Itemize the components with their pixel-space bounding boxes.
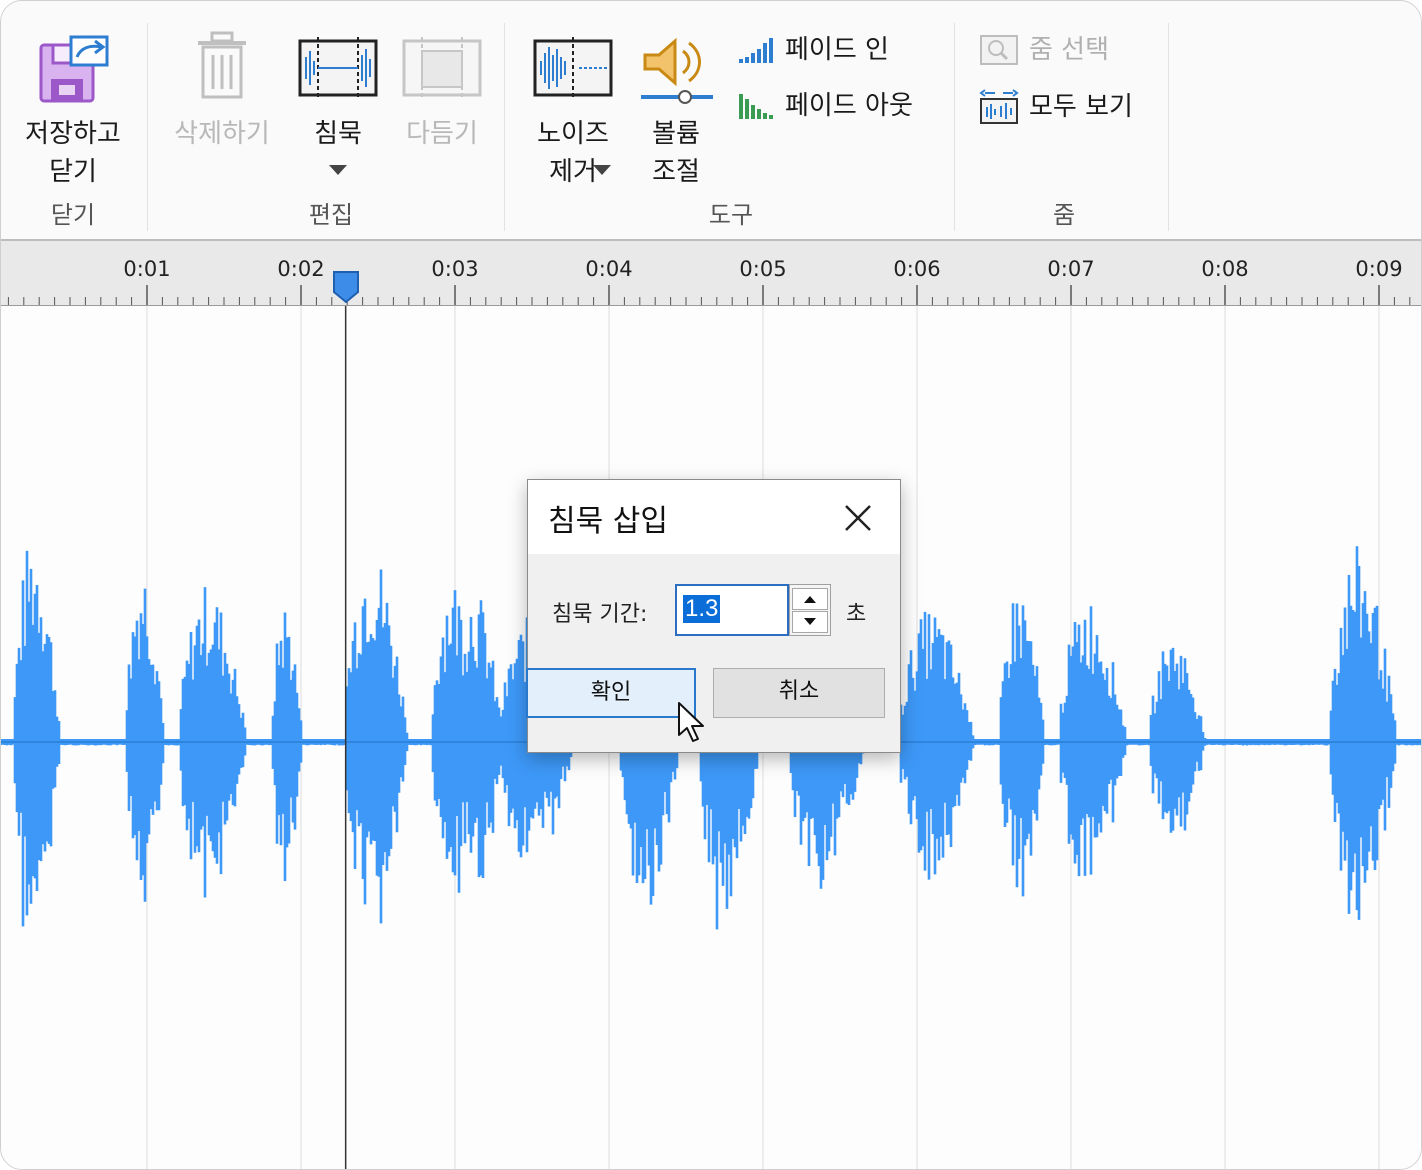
fade-in-label: 페이드 인 [785,35,889,65]
arrow-down-icon [804,618,816,625]
mouse-pointer-icon [678,702,704,742]
noise-removal-label: 노이즈 제거 [537,119,609,187]
noise-removal-icon [533,37,613,99]
trim-label: 다듬기 [406,119,478,149]
ruler-ticks [7,285,1411,305]
group-label-edit: 편집 [308,201,354,229]
arrow-up-icon [804,596,816,603]
noise-removal-button[interactable]: 노이즈 제거 [523,31,623,191]
group-label-tools: 도구 [708,201,754,229]
view-all-button[interactable]: 모두 보기 [979,89,1133,125]
volume-label: 볼륨 조절 [652,119,700,187]
group-divider [147,23,148,231]
speaker-volume-icon [641,37,713,104]
duration-label: 침묵 기간: [552,602,648,627]
duration-input[interactable]: 1.3 [675,584,789,636]
cancel-button[interactable]: 취소 [713,668,885,718]
dialog-titlebar[interactable]: 침묵 삽입 [528,480,900,554]
trash-icon [198,31,246,99]
insert-silence-dialog: 침묵 삽입 침묵 기간: 1.3 초 확인 취소 [526,479,901,753]
spin-up-button[interactable] [792,588,828,610]
dialog-title: 침묵 삽입 [548,504,668,539]
group-divider [1168,23,1169,231]
silence-button[interactable]: 침묵 [291,31,385,187]
editor-window: 저장하고 닫기 닫기 삭제하기 침묵 다듬기 편집 노이즈 제거 볼륨 조절 페… [0,0,1422,1170]
delete-button[interactable]: 삭제하기 [161,31,283,161]
group-divider [954,23,955,231]
view-all-label: 모두 보기 [1029,92,1133,122]
zoom-selection-button[interactable]: 줌 선택 [979,33,1109,67]
volume-button[interactable]: 볼륨 조절 [631,31,721,191]
fade-out-button[interactable]: 페이드 아웃 [737,89,913,123]
delete-label: 삭제하기 [174,119,270,149]
group-divider [504,23,505,231]
fade-out-icon [739,94,773,119]
chevron-down-icon [329,165,347,175]
fade-in-icon [739,38,773,63]
spin-down-button[interactable] [792,611,828,633]
ribbon-toolbar: 저장하고 닫기 닫기 삭제하기 침묵 다듬기 편집 노이즈 제거 볼륨 조절 페… [1,1,1421,241]
group-label-zoom: 줌 [1052,201,1076,229]
fade-out-label: 페이드 아웃 [785,91,913,121]
save-close-icon [39,35,109,103]
chevron-down-icon [593,165,611,175]
trim-button[interactable]: 다듬기 [391,31,493,161]
save-close-button[interactable]: 저장하고 닫기 [11,31,135,191]
duration-unit: 초 [846,602,867,627]
zoom-selection-icon [980,35,1018,65]
ok-button[interactable]: 확인 [526,668,696,718]
zoom-selection-label: 줌 선택 [1029,35,1110,65]
save-close-label: 저장하고 닫기 [25,119,121,187]
fade-in-button[interactable]: 페이드 인 [737,33,889,67]
close-icon[interactable] [838,498,878,538]
silence-label: 침묵 [314,119,362,149]
group-label-close: 닫기 [50,201,96,229]
playhead-marker-icon[interactable] [332,270,360,304]
view-all-icon [979,89,1019,124]
trim-icon [402,37,482,99]
timeline-ruler[interactable]: 0:01 0:02 0:03 0:04 0:05 0:06 0:07 0:08 0:09 [1,241,1421,306]
duration-spinner[interactable] [789,584,831,636]
duration-value: 1.3 [683,595,721,623]
insert-silence-icon [298,37,378,99]
